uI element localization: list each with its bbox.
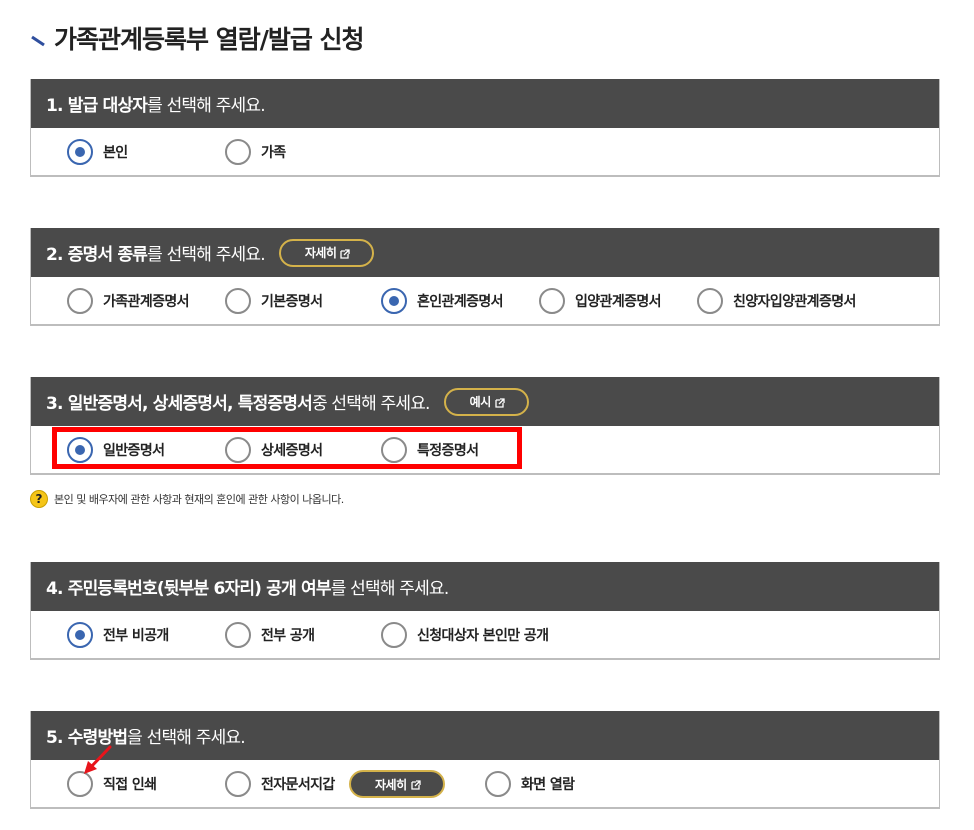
radio-label: 기본증명서 [261,294,323,310]
radio-button[interactable] [697,288,723,314]
section-title-rest: 를 선택해 주세요. [330,579,450,599]
radio-option-marriage[interactable]: 혼인관계증명서 [381,288,504,314]
red-highlight-box [52,427,522,469]
radio-button[interactable] [381,288,407,314]
page-title-wrap: 가족관계등록부 열람/발급 신청 [30,20,365,56]
diagonal-line-icon [30,29,46,47]
red-arrow-icon [80,744,116,780]
radio-option-all-visible[interactable]: 전부 공개 [225,622,315,648]
external-link-icon [340,248,351,259]
external-link-icon [410,779,421,790]
example-button-label: 예시 [469,395,492,409]
detail-button-label: 자세히 [375,777,407,792]
section-resident-number: 4. 주민등록번호(뒷부분 6자리) 공개 여부 를 선택해 주세요. 전부 비공… [30,562,940,660]
section-title-rest: 를 선택해 주세요. [147,245,266,265]
section-title-bold: 2. 증명서 종류 [46,245,148,265]
radio-option-family[interactable]: 가족 [225,139,286,165]
radio-option-family-relation[interactable]: 가족관계증명서 [67,288,190,314]
radio-option-adoption[interactable]: 입양관계증명서 [539,288,662,314]
radio-label: 전부 공개 [261,628,315,644]
radio-option-basic[interactable]: 기본증명서 [225,288,323,314]
options-row: 가족관계증명서 기본증명서 혼인관계증명서 입양관계증명서 친양자입양관계증명서 [31,277,939,325]
detail-button[interactable]: 자세히 [278,238,375,267]
question-icon: ? [30,490,48,508]
radio-button[interactable] [485,771,511,797]
radio-label: 전자문서지갑 [261,777,335,793]
radio-option-screen-view[interactable]: 화면 열람 [485,771,575,797]
radio-button[interactable] [67,622,93,648]
radio-option-full-adoption[interactable]: 친양자입양관계증명서 [697,288,856,314]
section-target: 1. 발급 대상자 를 선택해 주세요. 본인 가족 [30,79,940,177]
section-certificate-type: 2. 증명서 종류 를 선택해 주세요. 자세히 가족관계증명서 기본증명서 혼인… [30,228,940,326]
section-title-bold: 3. 일반증명서, 상세증명서, 특정증명서 [46,394,313,414]
radio-button[interactable] [225,288,251,314]
section-title-rest: 를 선택해 주세요. [147,96,266,116]
section-title-rest: 중 선택해 주세요. [311,394,431,414]
info-note: ? 본인 및 배우자에 관한 사항과 현재의 혼인에 관한 사항이 나옵니다. [30,490,344,508]
radio-button[interactable] [225,622,251,648]
radio-label: 본인 [103,145,128,161]
radio-option-e-wallet[interactable]: 전자문서지갑 [225,771,335,797]
radio-label: 가족 [261,145,286,161]
options-row: 전부 비공개 전부 공개 신청대상자 본인만 공개 [31,611,939,659]
info-note-text: 본인 및 배우자에 관한 사항과 현재의 혼인에 관한 사항이 나옵니다. [54,493,344,506]
radio-button[interactable] [225,771,251,797]
section-header: 3. 일반증명서, 상세증명서, 특정증명서 중 선택해 주세요. 예시 [31,377,939,426]
radio-label: 친양자입양관계증명서 [733,294,856,310]
radio-option-all-hidden[interactable]: 전부 비공개 [67,622,169,648]
radio-label: 전부 비공개 [103,628,169,644]
radio-label: 신청대상자 본인만 공개 [417,628,549,644]
example-button[interactable]: 예시 [443,387,529,416]
section-header: 5. 수령방법 을 선택해 주세요. [31,711,939,760]
page-title: 가족관계등록부 열람/발급 신청 [54,25,365,54]
radio-button[interactable] [381,622,407,648]
section-title-bold: 4. 주민등록번호(뒷부분 6자리) 공개 여부 [46,579,332,599]
radio-label: 가족관계증명서 [103,294,190,310]
radio-label: 화면 열람 [521,777,575,793]
radio-button[interactable] [67,139,93,165]
section-header: 4. 주민등록번호(뒷부분 6자리) 공개 여부 를 선택해 주세요. [31,562,939,611]
radio-button[interactable] [225,139,251,165]
detail-button-label: 자세히 [304,246,337,260]
section-header: 2. 증명서 종류 를 선택해 주세요. 자세히 [31,228,939,277]
external-link-icon [495,397,505,408]
radio-label: 입양관계증명서 [575,294,662,310]
radio-button[interactable] [539,288,565,314]
section-title-rest: 을 선택해 주세요. [127,728,246,748]
radio-option-self[interactable]: 본인 [67,139,128,165]
radio-option-self-visible[interactable]: 신청대상자 본인만 공개 [381,622,549,648]
radio-button[interactable] [67,288,93,314]
radio-label: 혼인관계증명서 [417,294,504,310]
section-receipt-method: 5. 수령방법 을 선택해 주세요. 직접 인쇄 전자문서지갑 자세히 화면 열람 [30,711,940,809]
section-title-bold: 1. 발급 대상자 [46,96,148,116]
section-header: 1. 발급 대상자 를 선택해 주세요. [31,79,939,128]
options-row: 본인 가족 [31,128,939,176]
options-row: 직접 인쇄 전자문서지갑 자세히 화면 열람 [31,760,939,808]
e-wallet-detail-button[interactable]: 자세히 [349,770,445,798]
